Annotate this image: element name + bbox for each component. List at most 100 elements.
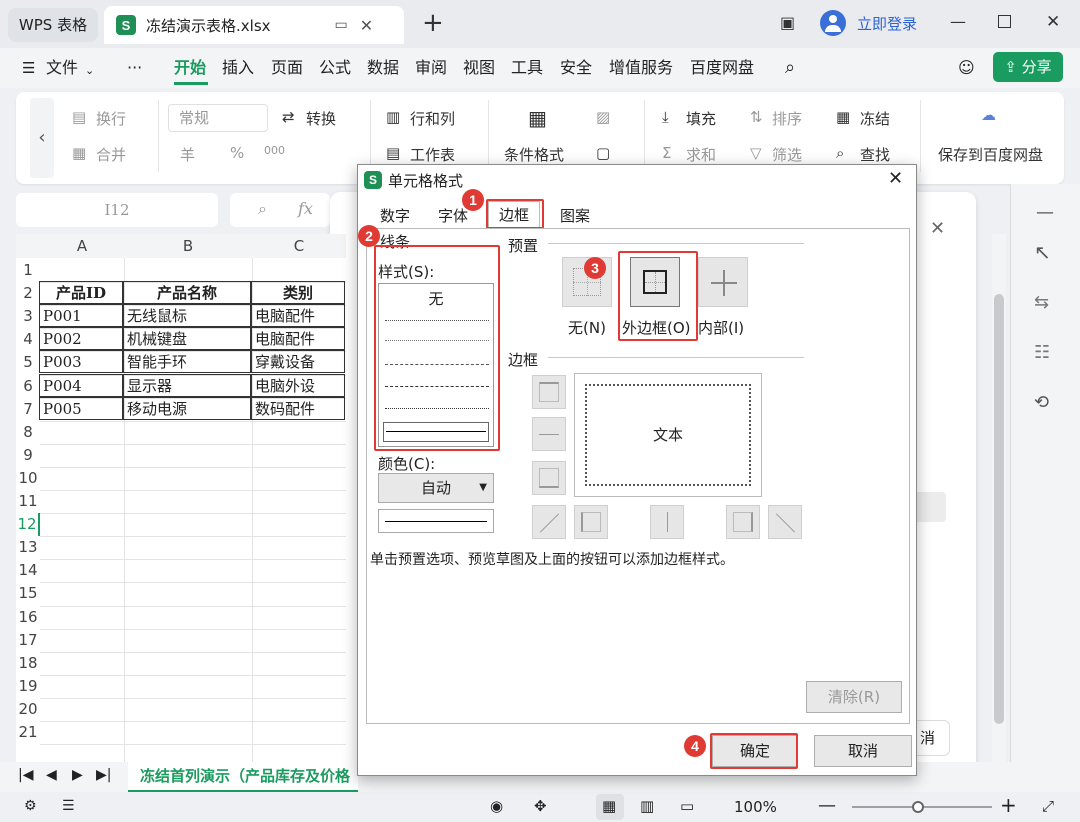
cell-style-icon[interactable]: ▨	[596, 108, 610, 126]
zoom-slider-thumb[interactable]	[912, 801, 924, 813]
corner-cell[interactable]	[16, 234, 40, 258]
maximize-icon[interactable]	[998, 15, 1011, 28]
menu-view[interactable]: 视图	[463, 56, 495, 80]
worksheet-icon[interactable]: ▤	[386, 144, 400, 162]
last-sheet-icon[interactable]: ▶|	[96, 767, 111, 783]
clear-button[interactable]: 清除(R)	[806, 681, 902, 713]
ribbon-prev-icon[interactable]: ‹	[30, 98, 54, 178]
thousands-icon[interactable]: 000	[264, 144, 285, 157]
header-cell[interactable]: 产品名称	[123, 281, 251, 305]
zoom-formula-icon[interactable]: ⌕	[258, 199, 267, 219]
table-cell[interactable]: 电脑配件	[251, 327, 345, 351]
sort-icon[interactable]: ⇅	[750, 108, 763, 126]
menu-insert[interactable]: 插入	[222, 56, 254, 80]
page-break-icon[interactable]: ▭	[680, 797, 694, 815]
table-cell[interactable]: 移动电源	[123, 396, 251, 420]
row-header[interactable]: 16	[16, 606, 40, 629]
col-header-a[interactable]: A	[40, 234, 124, 258]
row-header[interactable]: 21	[16, 721, 40, 744]
table-cell[interactable]: P005	[39, 396, 123, 420]
row-col-icon[interactable]: ▥	[386, 108, 400, 126]
menu-file[interactable]: 文件	[46, 56, 78, 80]
menu-baidu[interactable]: 百度网盘	[690, 56, 754, 80]
row-header[interactable]: 20	[16, 698, 40, 721]
convert-button[interactable]: 转换	[306, 108, 336, 129]
row-header[interactable]: 18	[16, 652, 40, 675]
share-button[interactable]: ⇪ 分享	[993, 52, 1063, 82]
menu-value-added[interactable]: 增值服务	[609, 56, 673, 80]
macro-icon[interactable]: ⚙	[24, 798, 37, 814]
menu-security[interactable]: 安全	[560, 56, 592, 80]
convert-icon[interactable]: ⇄	[282, 108, 295, 126]
table-cell[interactable]: 显示器	[123, 373, 251, 397]
fill-icon[interactable]: ⤓	[662, 108, 669, 126]
menu-data[interactable]: 数据	[367, 56, 399, 80]
sum-button[interactable]: 求和	[686, 144, 716, 165]
wrap-icon[interactable]: ▤	[72, 108, 86, 126]
table-cell[interactable]: 电脑外设	[251, 373, 345, 397]
history-icon[interactable]: ⟲	[1034, 392, 1049, 413]
row-header[interactable]: 14	[16, 559, 40, 582]
tab-pattern[interactable]: 图案	[552, 203, 598, 229]
row-header[interactable]: 10	[16, 467, 40, 490]
table-cell[interactable]: 穿戴设备	[251, 350, 345, 374]
merge-icon[interactable]: ▦	[72, 144, 86, 162]
row-header[interactable]: 17	[16, 629, 40, 652]
preset-inside-button[interactable]	[698, 257, 748, 307]
table-cell[interactable]: 数码配件	[251, 396, 345, 420]
filter-icon[interactable]: ▽	[750, 144, 762, 162]
menu-tools[interactable]: 工具	[511, 56, 543, 80]
first-sheet-icon[interactable]: |◀	[18, 767, 33, 783]
table-cell[interactable]: 电脑配件	[251, 304, 345, 328]
worksheet-button[interactable]: 工作表	[410, 144, 455, 165]
menu-icon[interactable]: ☰	[22, 56, 35, 80]
window-icon[interactable]: ▭	[335, 17, 348, 33]
baidu-cloud-icon[interactable]: ☁	[981, 106, 996, 124]
fx-icon[interactable]: fx	[298, 199, 313, 218]
col-header-b[interactable]: B	[124, 234, 252, 258]
border-icon[interactable]: ▢	[596, 144, 610, 162]
row-header[interactable]: 8	[16, 421, 40, 444]
tab-wps-home[interactable]: WPS 表格	[8, 8, 98, 42]
formula-bar[interactable]: ⌕ fx	[230, 193, 330, 227]
login-link[interactable]: 立即登录	[857, 13, 917, 34]
freeze-icon[interactable]: ▦	[836, 108, 850, 126]
dialog-close-icon[interactable]: ✕	[888, 168, 903, 189]
row-header[interactable]: 6	[16, 375, 40, 398]
sort-button[interactable]: 排序	[772, 108, 802, 129]
sum-icon[interactable]: Σ	[662, 144, 671, 162]
header-cell[interactable]: 类别	[251, 281, 345, 305]
prev-sheet-icon[interactable]: ◀	[46, 767, 57, 783]
sheet-tab-active[interactable]: 冻结首列演示（产品库存及价格	[128, 762, 358, 792]
table-cell[interactable]: P002	[39, 327, 123, 351]
row-header[interactable]: 1	[16, 259, 40, 282]
border-right-button[interactable]	[726, 505, 760, 539]
border-left-button[interactable]	[574, 505, 608, 539]
vertical-scrollbar[interactable]	[992, 234, 1006, 762]
currency-icon[interactable]: 羊	[180, 144, 195, 165]
border-inner-h-button[interactable]	[532, 417, 566, 451]
border-top-button[interactable]	[532, 375, 566, 409]
save-baidu-button[interactable]: 保存到百度网盘	[938, 144, 1043, 165]
color-select[interactable]: 自动 ▼	[378, 473, 494, 503]
zoom-in-icon[interactable]: +	[1000, 793, 1017, 817]
new-tab-icon[interactable]: +	[422, 8, 444, 38]
chat-icon[interactable]: ☺	[958, 56, 975, 80]
fullscreen-icon[interactable]: ⤢	[1042, 797, 1054, 815]
tab-number[interactable]: 数字	[372, 203, 418, 229]
row-header[interactable]: 5	[16, 351, 40, 374]
scrollbar-thumb[interactable]	[994, 294, 1004, 724]
row-header[interactable]: 15	[16, 582, 40, 605]
table-cell[interactable]: P001	[39, 304, 123, 328]
cond-format-icon[interactable]: ▦	[528, 106, 547, 130]
menu-page[interactable]: 页面	[271, 56, 303, 80]
table-cell[interactable]: P003	[39, 350, 123, 374]
transform-icon[interactable]: ⇆	[1034, 292, 1049, 313]
row-header[interactable]: 9	[16, 444, 40, 467]
row-header[interactable]: 19	[16, 675, 40, 698]
row-header[interactable]: 7	[16, 398, 40, 421]
notes-icon[interactable]: ☰	[62, 798, 75, 814]
close-window-icon[interactable]: ✕	[1046, 12, 1060, 32]
cancel-button[interactable]: 取消	[814, 735, 912, 767]
row-col-button[interactable]: 行和列	[410, 108, 455, 129]
